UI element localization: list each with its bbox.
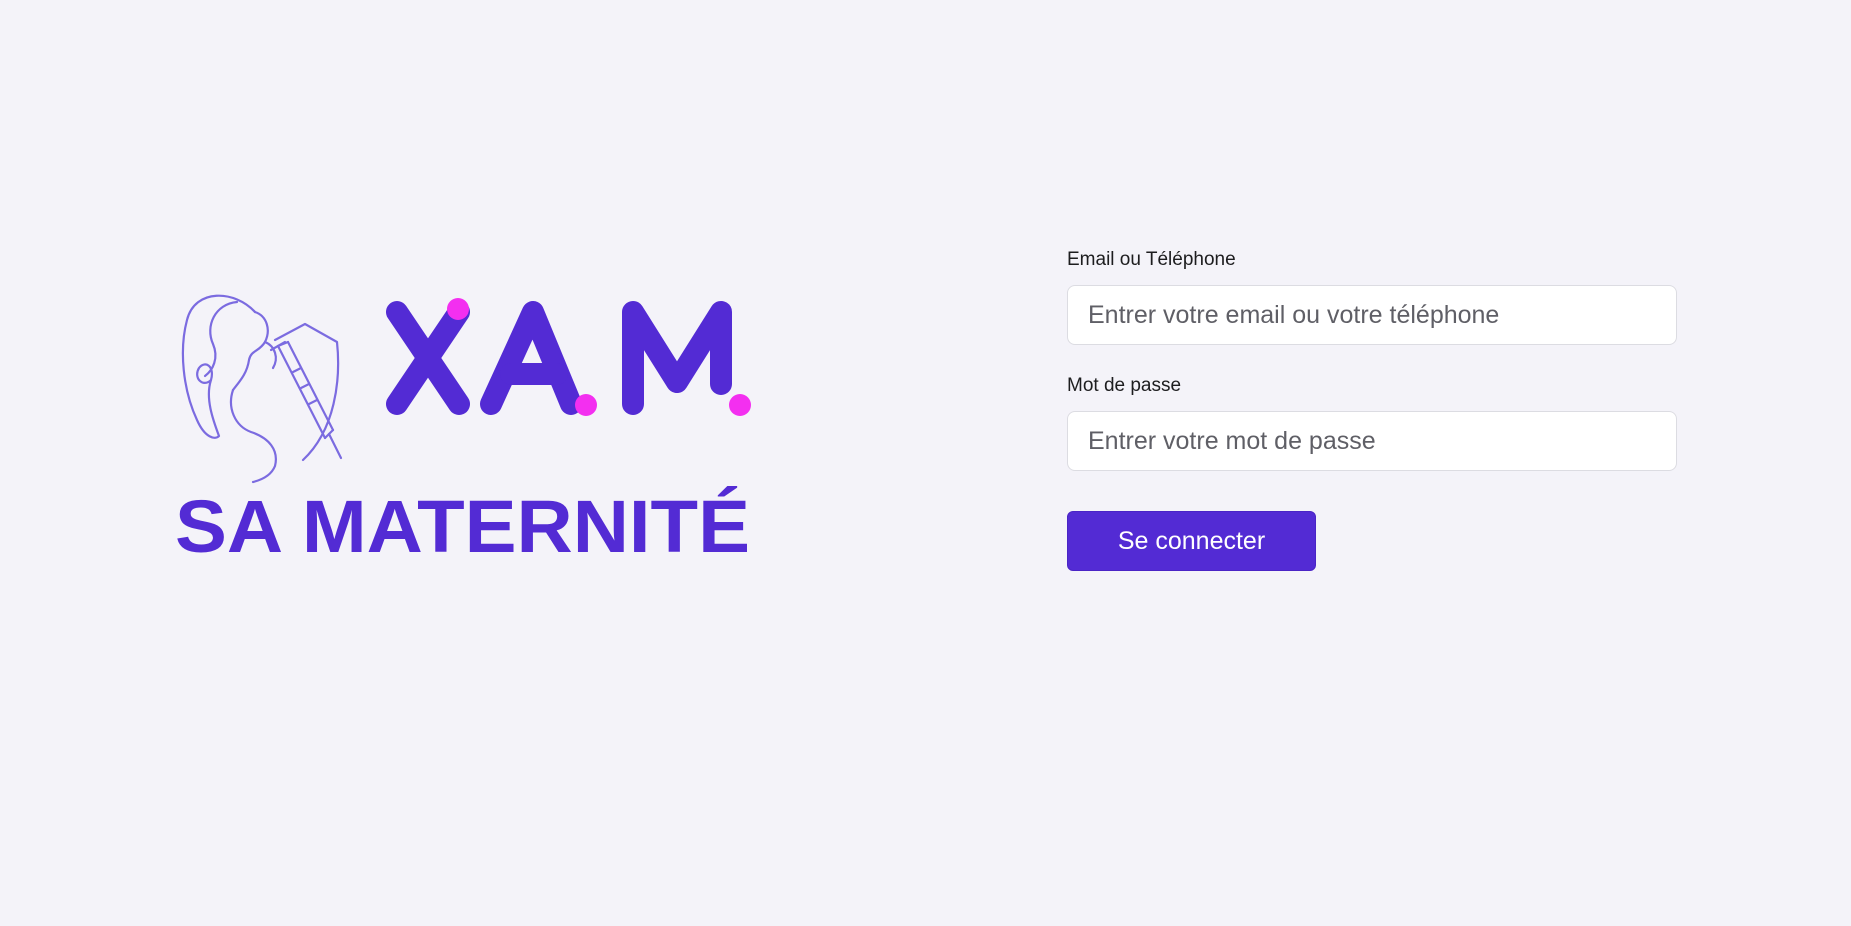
login-button[interactable]: Se connecter xyxy=(1067,511,1316,571)
password-label: Mot de passe xyxy=(1067,375,1182,396)
password-input[interactable] xyxy=(1067,411,1677,471)
email-field-group: Email ou Téléphone xyxy=(1067,247,1677,345)
brand-mark-letters xyxy=(386,301,732,415)
login-page: SA MATERNITÉ Email ou Téléphone Mot de p… xyxy=(0,0,1851,926)
brand-logo: SA MATERNITÉ xyxy=(175,280,765,580)
email-label: Email ou Téléphone xyxy=(1067,249,1236,270)
pregnant-woman-shield-syringe-icon xyxy=(181,294,343,484)
login-form: Email ou Téléphone Mot de passe Se conne… xyxy=(1067,247,1677,571)
brand-tagline: SA MATERNITÉ xyxy=(175,485,750,568)
password-field-group: Mot de passe xyxy=(1067,373,1677,471)
email-or-phone-input[interactable] xyxy=(1067,285,1677,345)
brand-logo-graphic: SA MATERNITÉ xyxy=(175,294,751,568)
